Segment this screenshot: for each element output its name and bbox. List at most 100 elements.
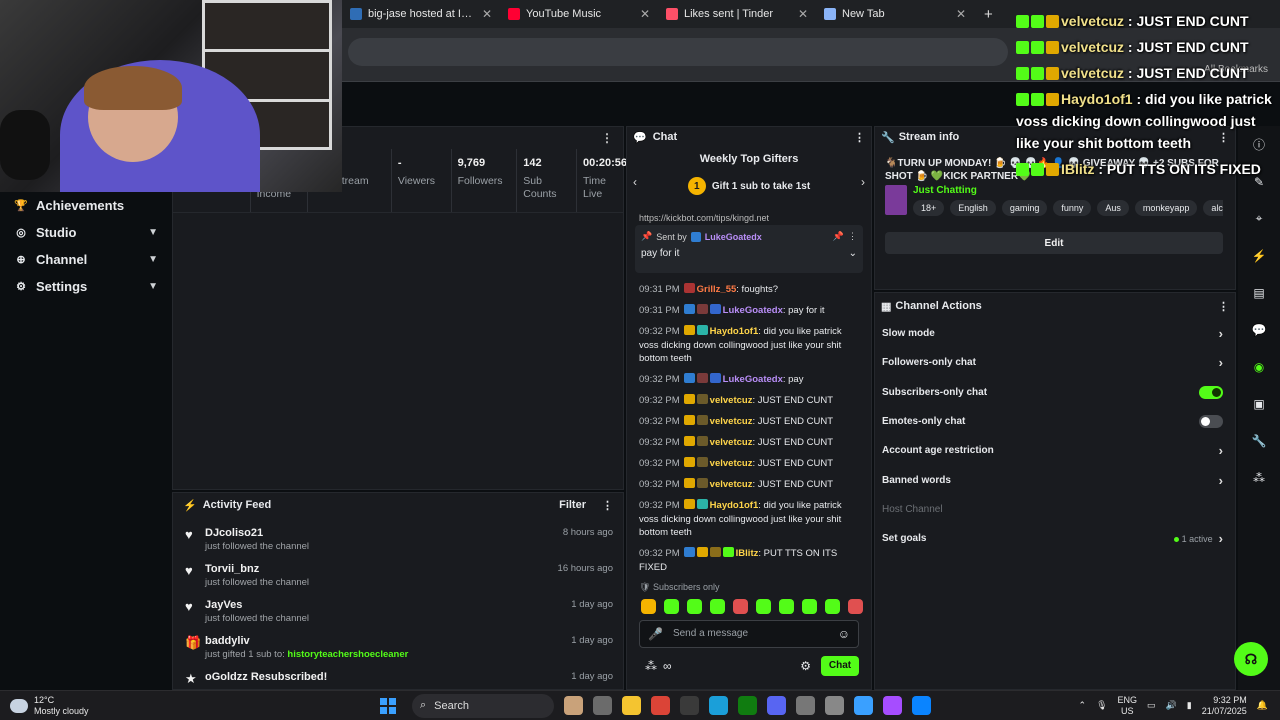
chat-username[interactable]: velvetcuz: [710, 416, 753, 427]
chat-username[interactable]: velvetcuz: [710, 437, 753, 448]
activity-item[interactable]: 🎁 baddyliv just gifted 1 sub to: historyte…: [173, 635, 623, 671]
chevron-down-icon[interactable]: ⌄: [849, 248, 857, 259]
action-banned-words[interactable]: Banned words ›: [875, 465, 1235, 494]
taskbar-app-icon[interactable]: [796, 696, 815, 715]
mic-icon[interactable]: 🎙: [1096, 700, 1107, 711]
taskbar-search[interactable]: ⌕ Search: [412, 693, 554, 718]
close-icon[interactable]: ✕: [798, 7, 808, 21]
new-tab-icon[interactable]: +: [974, 6, 993, 23]
chevron-right-icon[interactable]: ›: [1219, 531, 1223, 546]
layout-icon[interactable]: ▣: [1238, 385, 1280, 422]
activity-item[interactable]: ★ oGoldzz Resubscribed! 1 day ago: [173, 671, 623, 689]
stream-tag[interactable]: monkeyapp: [1134, 200, 1198, 216]
broadcast-icon[interactable]: ◉: [1238, 348, 1280, 385]
chat-message[interactable]: 09:32 PM velvetcuz: JUST END CUNT: [639, 415, 861, 429]
stream-tag[interactable]: funny: [1053, 200, 1092, 216]
chat-input-placeholder[interactable]: Send a message: [673, 628, 838, 639]
more-options-icon[interactable]: ⋮: [602, 499, 613, 512]
browser-tab[interactable]: big-jase hosted at Img88 — Im ✕: [342, 0, 500, 28]
infinity-icon[interactable]: ∞: [663, 659, 672, 673]
activity-user[interactable]: baddyliv: [205, 635, 571, 647]
emote-icon[interactable]: [641, 598, 656, 614]
battery-icon[interactable]: ▮: [1187, 700, 1192, 711]
activity-user[interactable]: DJcoliso21: [205, 527, 563, 539]
activity-recipient[interactable]: historyteachershoecleaner: [287, 649, 408, 660]
emoji-icon[interactable]: ☺: [838, 627, 850, 641]
emote-icon[interactable]: [687, 598, 702, 614]
emote-icon[interactable]: [825, 598, 840, 614]
stream-tag[interactable]: gaming: [1001, 200, 1048, 216]
volume-icon[interactable]: 🔊: [1166, 700, 1177, 711]
chat-message[interactable]: 09:32 PM Haydo1of1: did you like patrick …: [639, 499, 861, 540]
mic-icon[interactable]: 🎤: [648, 627, 663, 641]
chat-message[interactable]: 09:32 PM Haydo1of1: did you like patrick …: [639, 325, 861, 366]
toggle-switch[interactable]: [1199, 415, 1223, 429]
emote-icon[interactable]: [710, 598, 725, 614]
action-subscribers-only-chat[interactable]: Subscribers-only chat: [875, 378, 1235, 407]
chat-message[interactable]: 09:32 PM velvetcuz: JUST END CUNT: [639, 457, 861, 471]
weather-widget[interactable]: 12°C Mostly cloudy: [0, 695, 380, 717]
action-set-goals[interactable]: Set goals 1 active ›: [875, 524, 1235, 553]
emote-icon[interactable]: [733, 598, 748, 614]
unpin-icon[interactable]: 📌: [833, 231, 844, 242]
chat-username[interactable]: LukeGoatedx: [723, 305, 783, 316]
chevron-right-icon[interactable]: ›: [1219, 326, 1223, 341]
emote-icon[interactable]: [779, 598, 794, 614]
activity-item[interactable]: ♥ DJcoliso21 just followed the channel 8 ho…: [173, 527, 623, 563]
action-slow-mode[interactable]: Slow mode ›: [875, 319, 1235, 348]
activity-item[interactable]: ♥ Torvii_bnz just followed the channel 16 h…: [173, 563, 623, 599]
close-icon[interactable]: ✕: [956, 7, 966, 21]
emote-icon[interactable]: [664, 598, 679, 614]
activity-item[interactable]: ♥ JayVes just followed the channel 1 day ag…: [173, 599, 623, 635]
more-options-icon[interactable]: ⋮: [601, 131, 613, 145]
browser-tab[interactable]: New Tab ✕: [816, 0, 974, 28]
chevron-left-icon[interactable]: ‹: [633, 175, 637, 189]
activity-user[interactable]: oGoldzz Resubscribed!: [205, 671, 571, 683]
more-options-icon[interactable]: ⋮: [854, 131, 865, 144]
filter-button[interactable]: Filter: [559, 499, 586, 511]
more-options-icon[interactable]: ⋮: [1218, 300, 1229, 313]
taskbar-app-icon[interactable]: [593, 696, 612, 715]
chat-message[interactable]: 09:32 PM velvetcuz: JUST END CUNT: [639, 394, 861, 408]
chevron-right-icon[interactable]: ›: [1219, 355, 1223, 370]
address-bar[interactable]: [348, 38, 1008, 66]
windows-start-icon[interactable]: [380, 697, 396, 714]
chat-message[interactable]: 09:32 PM LukeGoatedx: pay: [639, 373, 861, 387]
stream-tag[interactable]: Aus: [1097, 200, 1129, 216]
toggle-switch[interactable]: [1199, 385, 1223, 399]
chevron-up-icon[interactable]: ⌃: [1079, 700, 1087, 711]
browser-tab[interactable]: YouTube Music ✕: [500, 0, 658, 28]
chat-username[interactable]: velvetcuz: [710, 479, 753, 490]
wrench-icon[interactable]: 🔧: [1238, 422, 1280, 459]
taskbar-app-icon[interactable]: [680, 696, 699, 715]
chat-message[interactable]: 09:32 PM velvetcuz: JUST END CUNT: [639, 478, 861, 492]
send-chat-button[interactable]: Chat: [821, 655, 859, 676]
category-thumbnail[interactable]: [885, 185, 907, 215]
more-options-icon[interactable]: ⋮: [848, 231, 857, 242]
pinned-user[interactable]: LukeGoatedx: [705, 232, 829, 242]
sidebar-item-channel[interactable]: ⊕ Channel ▼: [0, 246, 172, 273]
taskbar-app-icon[interactable]: [912, 696, 931, 715]
activity-user[interactable]: Torvii_bnz: [205, 563, 558, 575]
stream-tag[interactable]: 18+: [913, 200, 945, 216]
crosshair-icon[interactable]: ⌖: [1238, 200, 1280, 237]
sidebar-item-studio[interactable]: ◎ Studio ▼: [0, 219, 172, 246]
clock[interactable]: 9:32 PM 21/07/2025: [1202, 695, 1247, 717]
taskbar-app-icon[interactable]: [825, 696, 844, 715]
edit-stream-button[interactable]: Edit: [885, 232, 1223, 254]
chat-username[interactable]: Grillz_55: [697, 284, 737, 295]
points-icon[interactable]: ⁂: [645, 659, 657, 673]
taskbar-app-icon[interactable]: [883, 696, 902, 715]
chat-icon[interactable]: 💬: [1238, 311, 1280, 348]
chat-message[interactable]: 09:31 PM Grillz_55: foughts?: [639, 283, 861, 297]
support-icon[interactable]: ☊: [1234, 642, 1268, 676]
taskbar-app-icon[interactable]: [738, 696, 757, 715]
chat-username[interactable]: Haydo1of1: [710, 326, 759, 337]
nodes-icon[interactable]: ⁂: [1238, 459, 1280, 496]
taskbar-app-icon[interactable]: [767, 696, 786, 715]
chat-username[interactable]: velvetcuz: [710, 458, 753, 469]
chat-username[interactable]: velvetcuz: [710, 395, 753, 406]
notification-bell-icon[interactable]: 🔔: [1257, 700, 1268, 711]
chat-message[interactable]: 09:32 PM velvetcuz: JUST END CUNT: [639, 436, 861, 450]
chevron-right-icon[interactable]: ›: [861, 175, 865, 189]
